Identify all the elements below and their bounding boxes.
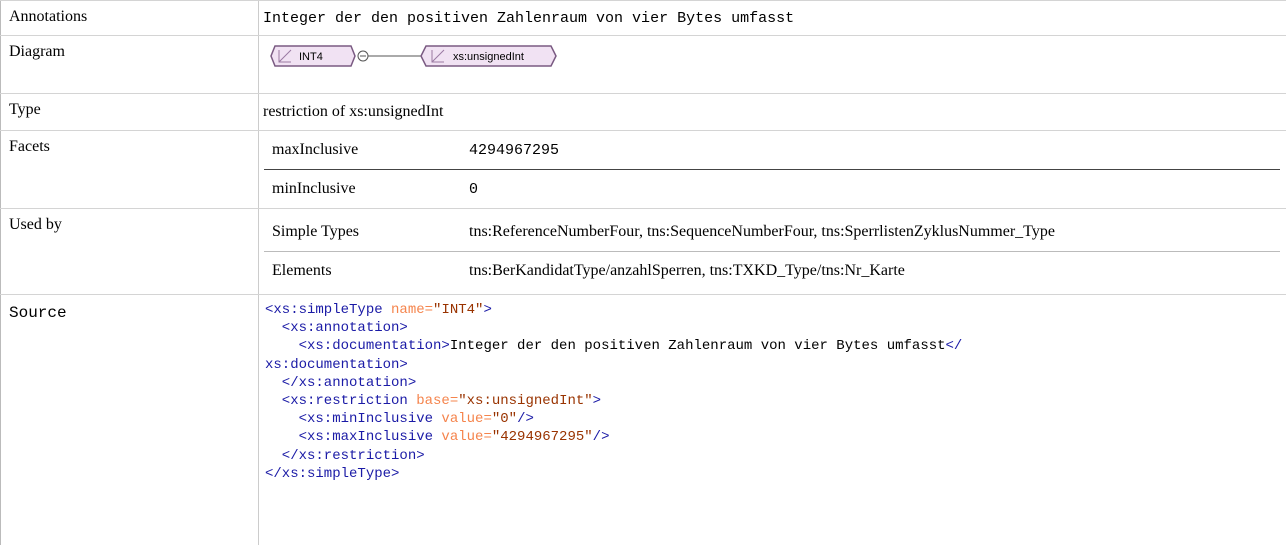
diagram-cell: INT4 xs:unsignedInt bbox=[259, 36, 1286, 93]
diagram-node-unsignedint[interactable]: xs:unsignedInt bbox=[420, 45, 557, 67]
code-value: "INT4" bbox=[433, 302, 484, 318]
used-by-table: Simple Types tns:ReferenceNumberFour, tn… bbox=[264, 213, 1280, 290]
code-value: "4294967295" bbox=[491, 429, 593, 446]
diagram-node-int4-label: INT4 bbox=[299, 51, 323, 63]
sequence-connector-icon bbox=[357, 50, 421, 62]
used-by-row: Used by Simple Types tns:ReferenceNumber… bbox=[0, 209, 1286, 295]
code-tag: <xs:simpleType bbox=[265, 302, 383, 318]
used-by-cell: Simple Types tns:ReferenceNumberFour, tn… bbox=[259, 209, 1286, 294]
used-by-key: Simple Types bbox=[272, 223, 360, 240]
code-tag: <xs:maxInclusive bbox=[265, 429, 434, 446]
facet-row-mininclusive: minInclusive 0 bbox=[264, 170, 1280, 208]
schema-doc-table: Annotations Integer der den positiven Za… bbox=[0, 0, 1286, 545]
code-tag: /> bbox=[517, 411, 534, 428]
code-tag: > bbox=[592, 393, 602, 410]
facet-key: minInclusive bbox=[272, 180, 356, 197]
code-value: "xs:unsignedInt" bbox=[458, 393, 593, 410]
annotations-value: Integer der den positiven Zahlenraum von… bbox=[263, 10, 795, 27]
code-tag: </ bbox=[945, 338, 963, 355]
code-tag: <xs:documentation> bbox=[265, 338, 450, 355]
facet-key: maxInclusive bbox=[272, 141, 359, 158]
type-value: restriction of xs:unsignedInt bbox=[263, 103, 444, 120]
facets-label: Facets bbox=[0, 131, 259, 208]
type-label: Type bbox=[0, 94, 259, 130]
code-attr: value= bbox=[433, 411, 492, 428]
code-tag: </xs:simpleType> bbox=[265, 465, 400, 482]
code-attr: name= bbox=[382, 302, 434, 318]
used-by-label: Used by bbox=[0, 209, 259, 294]
code-value: "0" bbox=[491, 411, 518, 428]
diagram-node-unsignedint-label: xs:unsignedInt bbox=[453, 51, 524, 63]
facet-value: 4294967295 bbox=[469, 141, 560, 159]
code-tag: </xs:annotation> bbox=[265, 374, 417, 391]
code-tag: <xs:annotation> bbox=[265, 320, 408, 337]
facet-value: 0 bbox=[469, 180, 479, 198]
code-tag: </xs:restriction> bbox=[265, 447, 425, 464]
diagram-row: Diagram INT4 xs:unsignedInt bbox=[0, 36, 1286, 94]
source-code: <xs:simpleType name="INT4"> <xs:annotati… bbox=[265, 301, 962, 483]
facets-cell: maxInclusive 4294967295 minInclusive 0 bbox=[259, 131, 1286, 208]
code-tag: /> bbox=[592, 429, 610, 446]
used-by-key: Elements bbox=[272, 262, 332, 279]
code-text: Integer der den positiven Zahlenraum von… bbox=[449, 338, 946, 355]
code-tag: <xs:minInclusive bbox=[265, 411, 434, 428]
source-cell: <xs:simpleType name="INT4"> <xs:annotati… bbox=[259, 295, 1286, 545]
facets-table: maxInclusive 4294967295 minInclusive 0 bbox=[264, 131, 1280, 208]
code-tag: > bbox=[483, 302, 492, 318]
facets-row: Facets maxInclusive 4294967295 minInclus… bbox=[0, 131, 1286, 209]
source-label: Source bbox=[0, 295, 259, 545]
type-row: Type restriction of xs:unsignedInt bbox=[0, 94, 1286, 131]
code-attr: value= bbox=[433, 429, 492, 446]
type-diagram: INT4 xs:unsignedInt bbox=[270, 45, 557, 67]
used-by-elements-row: Elements tns:BerKandidatType/anzahlSperr… bbox=[264, 252, 1280, 290]
used-by-links[interactable]: tns:BerKandidatType/anzahlSperren, tns:T… bbox=[469, 262, 1280, 280]
code-tag: xs:documentation> bbox=[265, 356, 408, 373]
used-by-links[interactable]: tns:ReferenceNumberFour, tns:SequenceNum… bbox=[469, 223, 1280, 241]
code-tag: <xs:restriction bbox=[265, 393, 408, 410]
annotations-row: Annotations Integer der den positiven Za… bbox=[0, 0, 1286, 36]
annotations-label: Annotations bbox=[0, 1, 259, 35]
diagram-node-int4[interactable]: INT4 bbox=[270, 45, 356, 67]
diagram-label: Diagram bbox=[0, 36, 259, 93]
used-by-simple-types-row: Simple Types tns:ReferenceNumberFour, tn… bbox=[264, 213, 1280, 252]
facet-row-maxinclusive: maxInclusive 4294967295 bbox=[264, 131, 1280, 170]
code-attr: base= bbox=[407, 393, 459, 410]
source-row: Source <xs:simpleType name="INT4"> <xs:a… bbox=[0, 295, 1286, 545]
